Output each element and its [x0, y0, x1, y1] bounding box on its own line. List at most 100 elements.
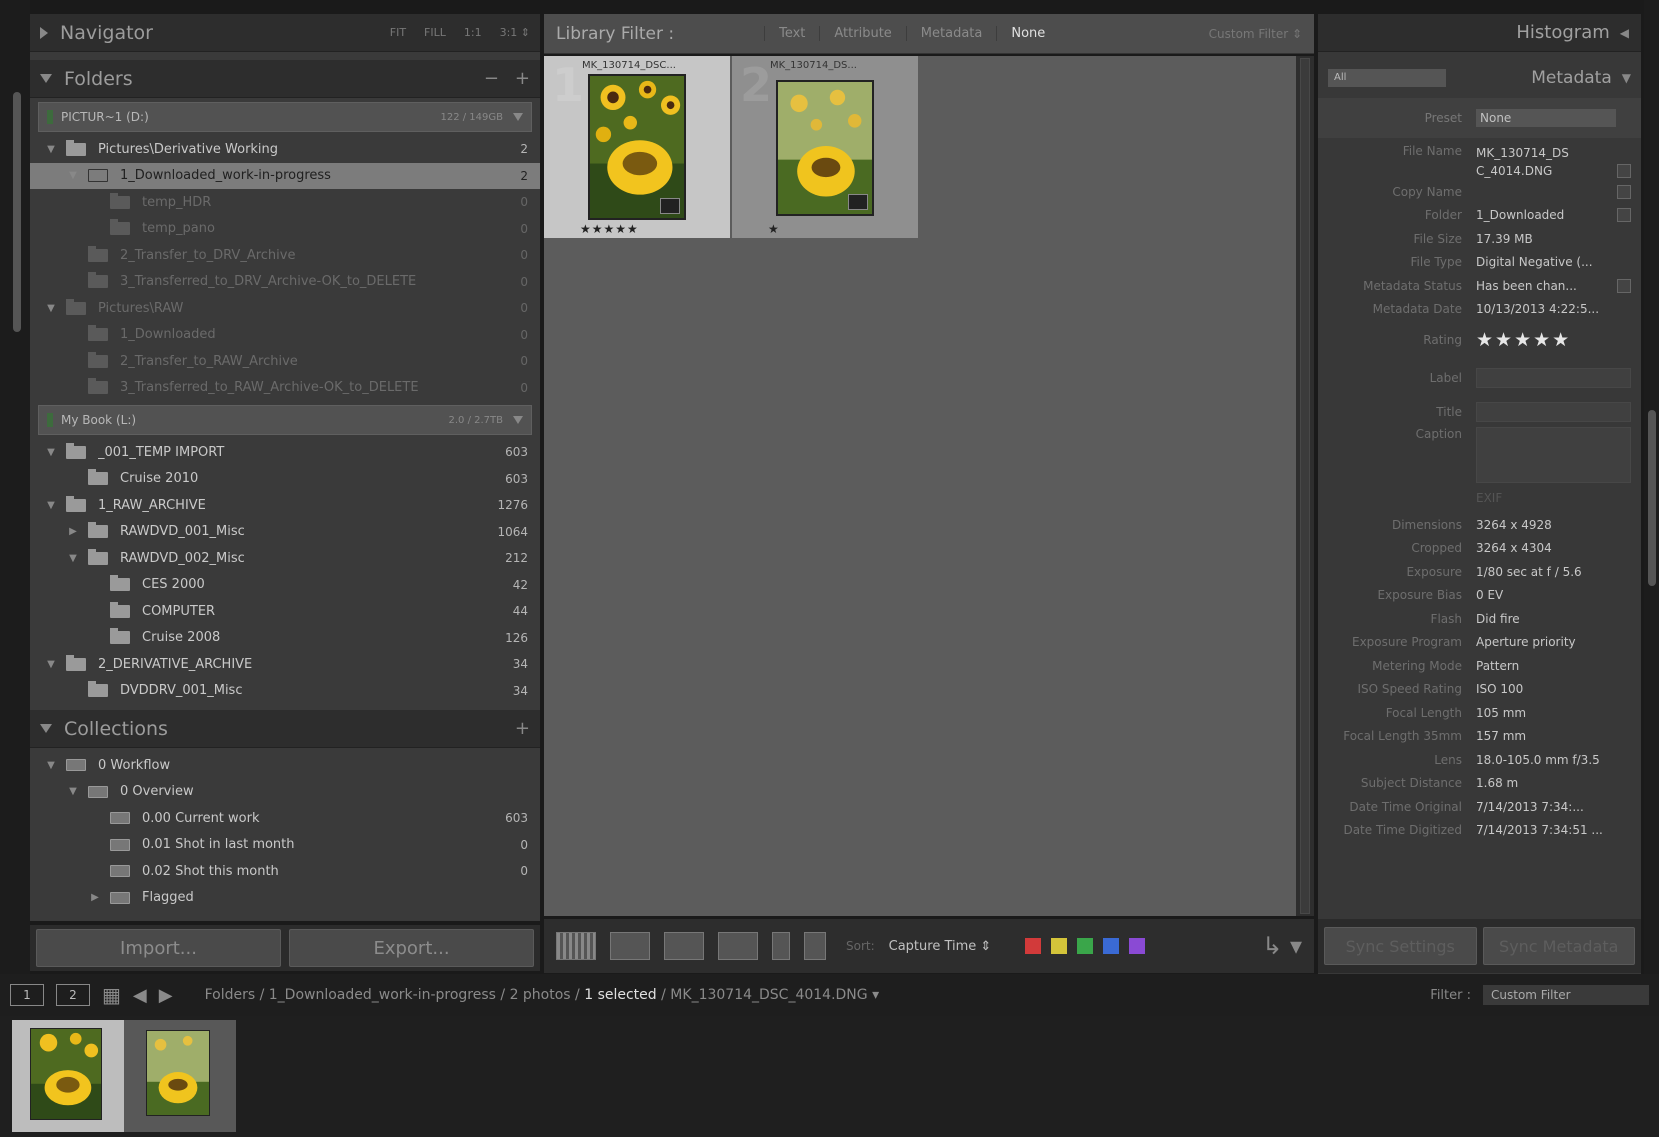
- photo-thumbnail[interactable]: [588, 74, 686, 220]
- filter-tab-attribute[interactable]: Attribute: [819, 26, 905, 41]
- metadata-value[interactable]: Aperture priority: [1476, 635, 1631, 649]
- metadata-action-icon[interactable]: [1617, 184, 1631, 199]
- label-field[interactable]: [1476, 368, 1631, 388]
- tree-row[interactable]: CES 2000 42: [30, 572, 540, 599]
- zoom-1-1[interactable]: 1:1: [464, 26, 482, 39]
- monitor-1-button[interactable]: 1: [10, 984, 44, 1006]
- folders-header[interactable]: Folders − +: [30, 60, 540, 98]
- tree-row[interactable]: 0.00 Current work 603: [30, 805, 540, 832]
- metadata-value[interactable]: 17.39 MB: [1476, 232, 1631, 246]
- grid-scrollbar-thumb[interactable]: [1300, 58, 1310, 914]
- tree-row[interactable]: ▼ _001_TEMP IMPORT 603: [30, 439, 540, 466]
- metadata-value[interactable]: 1/80 sec at f / 5.6: [1476, 565, 1631, 579]
- caption-field[interactable]: [1476, 427, 1631, 483]
- right-rail-scrollbar[interactable]: [1648, 410, 1656, 586]
- navigator-header[interactable]: Navigator FIT FILL 1:1 3:1 ⇕: [30, 14, 540, 52]
- filmstrip-thumb-2[interactable]: [124, 1020, 236, 1132]
- painter-icon[interactable]: [772, 932, 790, 960]
- back-arrow-icon[interactable]: ◀: [133, 985, 147, 1006]
- cell-rating[interactable]: ★★★★★: [580, 222, 639, 236]
- metadata-value[interactable]: 157 mm: [1476, 729, 1631, 743]
- metadata-action-icon[interactable]: [1617, 278, 1631, 293]
- disclosure-arrow-icon[interactable]: ▼: [66, 170, 80, 181]
- loupe-view-icon[interactable]: [610, 932, 650, 960]
- tree-row[interactable]: ▶ Flagged: [30, 885, 540, 912]
- color-label-green[interactable]: [1077, 938, 1094, 954]
- tree-row[interactable]: ▼ Pictures\Derivative Working 2: [30, 136, 540, 163]
- grid-cell-2[interactable]: 2 MK_130714_DS... ★: [732, 56, 918, 238]
- sort-direction-icon[interactable]: [804, 932, 826, 960]
- tree-row[interactable]: 2_Transfer_to_DRV_Archive 0: [30, 242, 540, 269]
- filmstrip[interactable]: [0, 1016, 1659, 1137]
- metadata-header[interactable]: All Metadata ▼: [1318, 58, 1641, 98]
- metadata-value[interactable]: 1.68 m: [1476, 776, 1631, 790]
- expand-arrow-icon[interactable]: [40, 724, 52, 733]
- collapse-arrow-icon[interactable]: ◀: [1620, 26, 1629, 40]
- add-folder-icon[interactable]: +: [515, 68, 530, 89]
- custom-filter-select[interactable]: Custom Filter ⇕: [1209, 27, 1302, 41]
- tree-row[interactable]: temp_HDR 0: [30, 189, 540, 216]
- tree-row[interactable]: Cruise 2010 603: [30, 466, 540, 493]
- zoom-3-1[interactable]: 3:1 ⇕: [500, 26, 530, 39]
- left-rail-scrollbar[interactable]: [13, 92, 21, 332]
- file-name-value[interactable]: MK_130714_DS C_4014.DNG: [1476, 144, 1611, 180]
- collapse-arrow-icon[interactable]: [40, 26, 48, 39]
- develop-badge-icon[interactable]: [660, 198, 680, 214]
- metadata-set-select[interactable]: All: [1328, 69, 1446, 87]
- volume-dropdown-icon[interactable]: [513, 416, 523, 424]
- grid-toggle-icon[interactable]: ▦: [102, 983, 121, 1007]
- volume-d[interactable]: PICTUR~1 (D:) 122 / 149GB: [38, 102, 532, 132]
- title-field[interactable]: [1476, 402, 1631, 422]
- disclosure-arrow-icon[interactable]: ▼: [66, 786, 80, 797]
- tree-row[interactable]: 0.01 Shot in last month 0: [30, 832, 540, 859]
- tree-row[interactable]: 0.02 Shot this month 0: [30, 858, 540, 885]
- rotate-arrow-icon[interactable]: ↳ ▾: [1262, 932, 1302, 960]
- grid-view-icon[interactable]: [556, 932, 596, 960]
- tree-row[interactable]: Cruise 2008 126: [30, 625, 540, 652]
- tree-row[interactable]: ▶ RAWDVD_001_Misc 1064: [30, 519, 540, 546]
- rename-icon[interactable]: [1617, 164, 1631, 178]
- tree-row[interactable]: 3_Transferred_to_DRV_Archive-OK_to_DELET…: [30, 269, 540, 296]
- filmstrip-thumb-1[interactable]: [12, 1020, 124, 1132]
- filmstrip-photo[interactable]: [30, 1028, 102, 1120]
- filmstrip-filter-select[interactable]: Custom Filter: [1483, 985, 1649, 1005]
- filmstrip-photo[interactable]: [146, 1030, 210, 1116]
- metadata-value[interactable]: Pattern: [1476, 659, 1631, 673]
- add-collection-icon[interactable]: +: [515, 718, 530, 739]
- filter-tab-text[interactable]: Text: [764, 26, 819, 41]
- compare-view-icon[interactable]: [664, 932, 704, 960]
- tree-row[interactable]: ▼ 1_RAW_ARCHIVE 1276: [30, 492, 540, 519]
- color-label-purple[interactable]: [1129, 938, 1146, 954]
- sync-settings-button[interactable]: Sync Settings: [1324, 927, 1477, 965]
- zoom-fill[interactable]: FILL: [424, 26, 446, 39]
- metadata-value[interactable]: 1_Downloaded: [1476, 208, 1611, 222]
- metadata-action-icon[interactable]: [1617, 208, 1631, 223]
- metadata-value[interactable]: Has been chan...: [1476, 279, 1611, 293]
- collapse-arrow-icon[interactable]: ▼: [1622, 71, 1631, 85]
- disclosure-arrow-icon[interactable]: ▼: [66, 553, 80, 564]
- disclosure-arrow-icon[interactable]: ▼: [44, 303, 58, 314]
- metadata-value[interactable]: 3264 x 4928: [1476, 518, 1631, 532]
- tree-row[interactable]: 3_Transferred_to_RAW_Archive-OK_to_DELET…: [30, 375, 540, 402]
- disclosure-arrow-icon[interactable]: ▼: [44, 760, 58, 771]
- collections-header[interactable]: Collections +: [30, 710, 540, 748]
- expand-arrow-icon[interactable]: [40, 74, 52, 83]
- color-label-blue[interactable]: [1103, 938, 1120, 954]
- disclosure-arrow-icon[interactable]: ▼: [44, 447, 58, 458]
- tree-row[interactable]: ▼ Pictures\RAW 0: [30, 295, 540, 322]
- forward-arrow-icon[interactable]: ▶: [159, 985, 173, 1006]
- zoom-fit[interactable]: FIT: [390, 26, 406, 39]
- tree-row[interactable]: ▼ 2_DERIVATIVE_ARCHIVE 34: [30, 651, 540, 678]
- filter-tab-metadata[interactable]: Metadata: [905, 26, 997, 41]
- metadata-value[interactable]: Digital Negative (...: [1476, 255, 1631, 269]
- grid-scrollbar[interactable]: [1296, 56, 1314, 916]
- preset-select[interactable]: None: [1476, 109, 1616, 127]
- tree-row[interactable]: COMPUTER 44: [30, 598, 540, 625]
- metadata-value[interactable]: 0 EV: [1476, 588, 1631, 602]
- disclosure-arrow-icon[interactable]: ▶: [66, 526, 80, 537]
- sync-metadata-button[interactable]: Sync Metadata: [1482, 927, 1635, 965]
- volume-l[interactable]: My Book (L:) 2.0 / 2.7TB: [38, 405, 532, 435]
- sort-select[interactable]: Capture Time ⇕: [889, 939, 992, 954]
- tree-row[interactable]: ▼ 0 Overview: [30, 779, 540, 806]
- monitor-2-button[interactable]: 2: [56, 984, 90, 1006]
